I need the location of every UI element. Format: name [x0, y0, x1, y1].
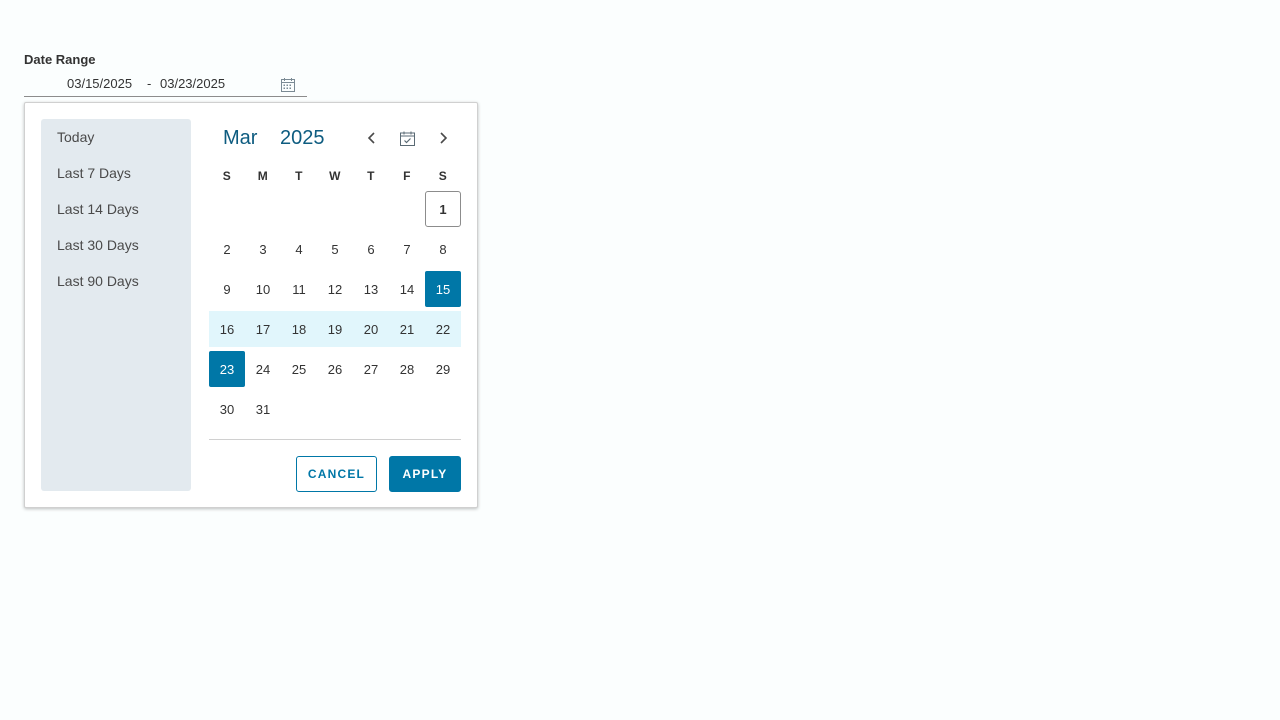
- day-28[interactable]: 28: [389, 351, 425, 387]
- weekday-tue: T: [295, 169, 303, 183]
- date-range-popover: Today Last 7 Days Last 14 Days Last 30 D…: [24, 102, 478, 508]
- preset-last-90-days[interactable]: Last 90 Days: [57, 273, 139, 289]
- start-date-value: 03/15/2025: [67, 76, 133, 91]
- day-31[interactable]: 31: [245, 391, 281, 427]
- weekday-thu: T: [367, 169, 375, 183]
- preset-last-14-days[interactable]: Last 14 Days: [57, 201, 139, 217]
- day-25[interactable]: 25: [281, 351, 317, 387]
- weekday-sat: S: [438, 169, 448, 183]
- day-13[interactable]: 13: [353, 271, 389, 307]
- day-1[interactable]: 1: [425, 191, 461, 227]
- chevron-right-icon[interactable]: [434, 129, 452, 147]
- day-30[interactable]: 30: [209, 391, 245, 427]
- day-19[interactable]: 19: [317, 311, 353, 347]
- date-separator: -: [147, 76, 152, 91]
- day-18[interactable]: 18: [281, 311, 317, 347]
- day-29[interactable]: 29: [425, 351, 461, 387]
- chevron-left-icon[interactable]: [363, 129, 381, 147]
- day-6[interactable]: 6: [353, 231, 389, 267]
- footer-divider: [209, 439, 461, 440]
- weekday-mon: M: [257, 169, 269, 183]
- day-9[interactable]: 9: [209, 271, 245, 307]
- day-10[interactable]: 10: [245, 271, 281, 307]
- calendar-icon[interactable]: [280, 77, 296, 93]
- day-7[interactable]: 7: [389, 231, 425, 267]
- day-17[interactable]: 17: [245, 311, 281, 347]
- day-22[interactable]: 22: [425, 311, 461, 347]
- day-4[interactable]: 4: [281, 231, 317, 267]
- calendar-grid: 1 2 3 4 5 6 7 8 9 10 11 12 13 14 15 16 17 18 19 20 21 22 23 24 2…: [209, 191, 461, 431]
- day-12[interactable]: 12: [317, 271, 353, 307]
- day-24[interactable]: 24: [245, 351, 281, 387]
- day-8[interactable]: 8: [425, 231, 461, 267]
- cancel-button[interactable]: CANCEL: [296, 456, 377, 492]
- date-range-label: Date Range: [24, 52, 96, 67]
- weekday-sun: S: [222, 169, 232, 183]
- day-23[interactable]: 23: [209, 351, 245, 387]
- apply-button[interactable]: APPLY: [389, 456, 461, 492]
- day-26[interactable]: 26: [317, 351, 353, 387]
- date-range-input[interactable]: 03/15/2025 - 03/23/2025: [24, 72, 307, 97]
- day-14[interactable]: 14: [389, 271, 425, 307]
- day-27[interactable]: 27: [353, 351, 389, 387]
- day-5[interactable]: 5: [317, 231, 353, 267]
- weekday-fri: F: [403, 169, 411, 183]
- preset-last-7-days[interactable]: Last 7 Days: [57, 165, 131, 181]
- day-15[interactable]: 15: [425, 271, 461, 307]
- day-3[interactable]: 3: [245, 231, 281, 267]
- day-11[interactable]: 11: [281, 271, 317, 307]
- day-20[interactable]: 20: [353, 311, 389, 347]
- preset-last-30-days[interactable]: Last 30 Days: [57, 237, 139, 253]
- calendar-check-icon[interactable]: [398, 129, 416, 147]
- weekday-wed: W: [329, 169, 341, 183]
- preset-today[interactable]: Today: [57, 129, 94, 145]
- day-21[interactable]: 21: [389, 311, 425, 347]
- weekday-header: S M T W T F S: [209, 169, 461, 185]
- day-16[interactable]: 16: [209, 311, 245, 347]
- preset-panel: Today Last 7 Days Last 14 Days Last 30 D…: [41, 119, 191, 491]
- end-date-value: 03/23/2025: [160, 76, 226, 91]
- year-selector[interactable]: 2025: [280, 127, 325, 150]
- day-2[interactable]: 2: [209, 231, 245, 267]
- month-selector[interactable]: Mar: [223, 127, 257, 150]
